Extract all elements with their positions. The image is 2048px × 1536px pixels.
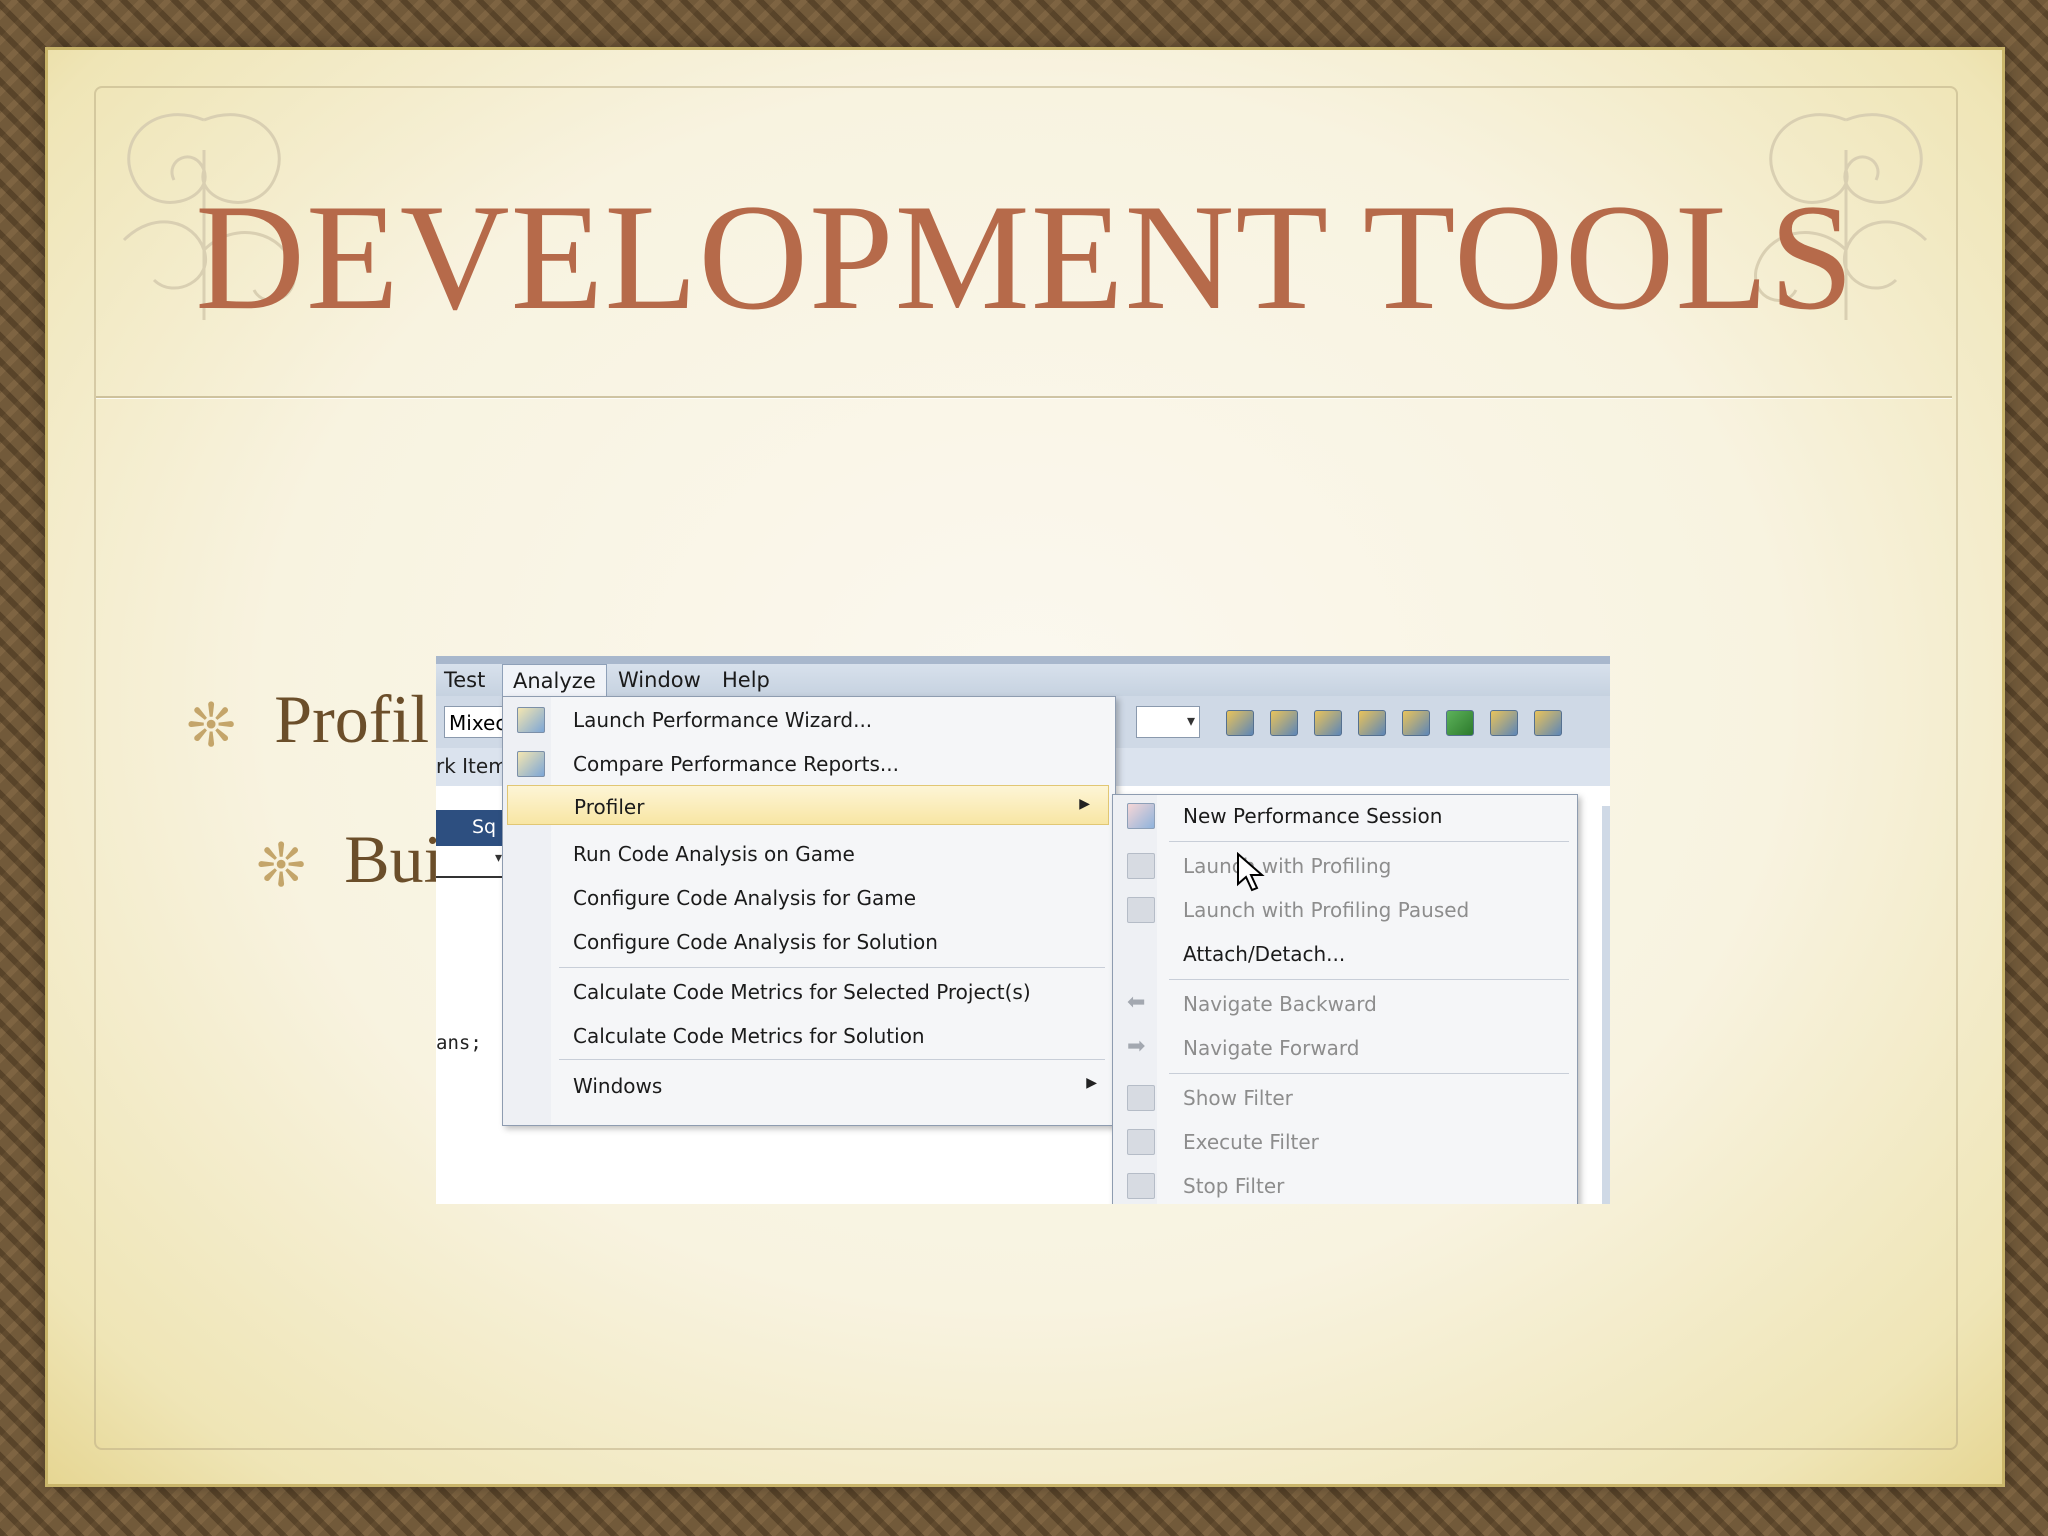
platform-combo[interactable]: Mixec bbox=[444, 706, 504, 738]
document-tab[interactable]: Sq bbox=[436, 810, 506, 846]
slide-title: DEVELOPMENT TOOLS bbox=[195, 173, 1855, 341]
menu-item-label: Launch Performance Wizard... bbox=[573, 708, 873, 732]
submenu-arrow-icon: ▶ bbox=[1079, 796, 1090, 812]
menu-item-label: Run Code Analysis on Game bbox=[573, 842, 855, 866]
arrow-left-icon: ⬅ bbox=[1127, 990, 1146, 1015]
menu-item-label: New Performance Session bbox=[1183, 804, 1443, 828]
bullet-flower-icon: ❊ bbox=[256, 833, 307, 900]
menu-item-label: Execute Filter bbox=[1183, 1130, 1319, 1154]
tab-label: Sq bbox=[472, 816, 497, 838]
menu-item-profiler[interactable]: Profiler ▶ bbox=[507, 785, 1109, 825]
tools-icon[interactable] bbox=[1402, 710, 1430, 736]
title-divider bbox=[96, 396, 1952, 399]
menu-item-label: Compare Performance Reports... bbox=[573, 752, 899, 776]
menu-item-launch-performance-wizard[interactable]: Launch Performance Wizard... bbox=[503, 699, 1115, 739]
menu-item-label: Navigate Forward bbox=[1183, 1036, 1360, 1060]
analyze-menu: Launch Performance Wizard... Compare Per… bbox=[502, 696, 1116, 1126]
extension-icon[interactable] bbox=[1490, 710, 1518, 736]
menu-separator bbox=[1169, 1073, 1569, 1074]
menu-item-navigate-backward[interactable]: ⬅ Navigate Backward bbox=[1113, 983, 1577, 1023]
menu-item-label: Configure Code Analysis for Game bbox=[573, 886, 917, 910]
menu-item-launch-with-profiling[interactable]: Launch with Profiling bbox=[1113, 845, 1577, 885]
menu-item-configure-code-analysis-solution[interactable]: Configure Code Analysis for Solution bbox=[503, 921, 1115, 961]
menu-item-run-code-analysis[interactable]: Run Code Analysis on Game bbox=[503, 833, 1115, 873]
menu-item-label: Stop Filter bbox=[1183, 1174, 1285, 1198]
performance-wizard-icon bbox=[517, 707, 545, 733]
menu-separator bbox=[559, 1059, 1105, 1060]
ide-screenshot: Test Analyze Window Help Mixec rk Item S… bbox=[436, 656, 1610, 1204]
menu-item-label: Calculate Code Metrics for Solution bbox=[573, 1024, 925, 1048]
arrow-right-icon: ➡ bbox=[1127, 1034, 1146, 1059]
mouse-cursor-icon bbox=[1237, 852, 1265, 892]
window-title-strip bbox=[436, 656, 1610, 664]
menu-item-label: Launch with Profiling bbox=[1183, 854, 1392, 878]
menu-help[interactable]: Help bbox=[722, 668, 770, 692]
menu-item-label: Profiler bbox=[574, 795, 645, 819]
stop-filter-icon bbox=[1127, 1173, 1155, 1199]
launch-profiling-icon bbox=[1127, 853, 1155, 879]
menu-separator bbox=[559, 967, 1105, 968]
menu-separator bbox=[1169, 841, 1569, 842]
launch-paused-icon bbox=[1127, 897, 1155, 923]
menu-item-code-metrics-solution[interactable]: Calculate Code Metrics for Solution bbox=[503, 1015, 1115, 1055]
new-session-icon bbox=[1127, 803, 1155, 829]
command-window-icon[interactable] bbox=[1534, 710, 1562, 736]
menu-item-execute-filter[interactable]: Execute Filter bbox=[1113, 1121, 1577, 1161]
work-item-label: rk Item bbox=[436, 754, 508, 778]
menu-item-code-metrics-project[interactable]: Calculate Code Metrics for Selected Proj… bbox=[503, 971, 1115, 1011]
menu-item-stop-filter[interactable]: Stop Filter bbox=[1113, 1165, 1577, 1204]
menu-bar: Test Analyze Window Help bbox=[436, 664, 1610, 699]
toolbox-icon[interactable] bbox=[1358, 710, 1386, 736]
bullet-flower-icon: ❊ bbox=[186, 693, 237, 760]
menu-item-configure-code-analysis-game[interactable]: Configure Code Analysis for Game bbox=[503, 877, 1115, 917]
toolbar-icons bbox=[1226, 710, 1578, 740]
menu-item-navigate-forward[interactable]: ➡ Navigate Forward bbox=[1113, 1027, 1577, 1067]
menu-item-attach-detach[interactable]: Attach/Detach... bbox=[1113, 933, 1577, 973]
menu-item-label: Launch with Profiling Paused bbox=[1183, 898, 1470, 922]
execute-filter-icon bbox=[1127, 1129, 1155, 1155]
bullet-text: Profil bbox=[274, 681, 430, 757]
menu-analyze[interactable]: Analyze bbox=[502, 664, 607, 699]
code-fragment: ans; bbox=[436, 1032, 482, 1054]
start-page-icon[interactable] bbox=[1446, 710, 1474, 736]
menu-item-label: Attach/Detach... bbox=[1183, 942, 1346, 966]
menu-item-label: Configure Code Analysis for Solution bbox=[573, 930, 938, 954]
bullet-item-1: ❊ Profil bbox=[186, 680, 429, 761]
menu-item-label: Calculate Code Metrics for Selected Proj… bbox=[573, 980, 1031, 1004]
menu-separator bbox=[1169, 979, 1569, 980]
submenu-arrow-icon: ▶ bbox=[1086, 1075, 1097, 1091]
menu-item-compare-performance-reports[interactable]: Compare Performance Reports... bbox=[503, 743, 1115, 783]
find-icon[interactable] bbox=[1226, 710, 1254, 736]
menu-test[interactable]: Test bbox=[444, 668, 485, 692]
menu-item-launch-with-profiling-paused[interactable]: Launch with Profiling Paused bbox=[1113, 889, 1577, 929]
member-combo[interactable] bbox=[436, 846, 506, 878]
compare-reports-icon bbox=[517, 751, 545, 777]
menu-item-label: Navigate Backward bbox=[1183, 992, 1377, 1016]
menu-item-windows[interactable]: Windows ▶ bbox=[503, 1065, 1115, 1105]
bullet-text: Bui bbox=[344, 821, 443, 897]
object-browser-icon[interactable] bbox=[1314, 710, 1342, 736]
profiler-submenu: New Performance Session Launch with Prof… bbox=[1112, 794, 1578, 1204]
menu-item-label: Show Filter bbox=[1183, 1086, 1293, 1110]
properties-icon[interactable] bbox=[1270, 710, 1298, 736]
show-filter-icon bbox=[1127, 1085, 1155, 1111]
menu-window[interactable]: Window bbox=[618, 668, 701, 692]
bullet-item-2: ❊ Bui bbox=[256, 820, 443, 901]
menu-item-label: Windows bbox=[573, 1074, 663, 1098]
config-combo[interactable] bbox=[1136, 706, 1200, 738]
side-panel-edge bbox=[1602, 806, 1610, 1204]
menu-item-new-performance-session[interactable]: New Performance Session bbox=[1113, 795, 1577, 835]
menu-item-show-filter[interactable]: Show Filter bbox=[1113, 1077, 1577, 1117]
